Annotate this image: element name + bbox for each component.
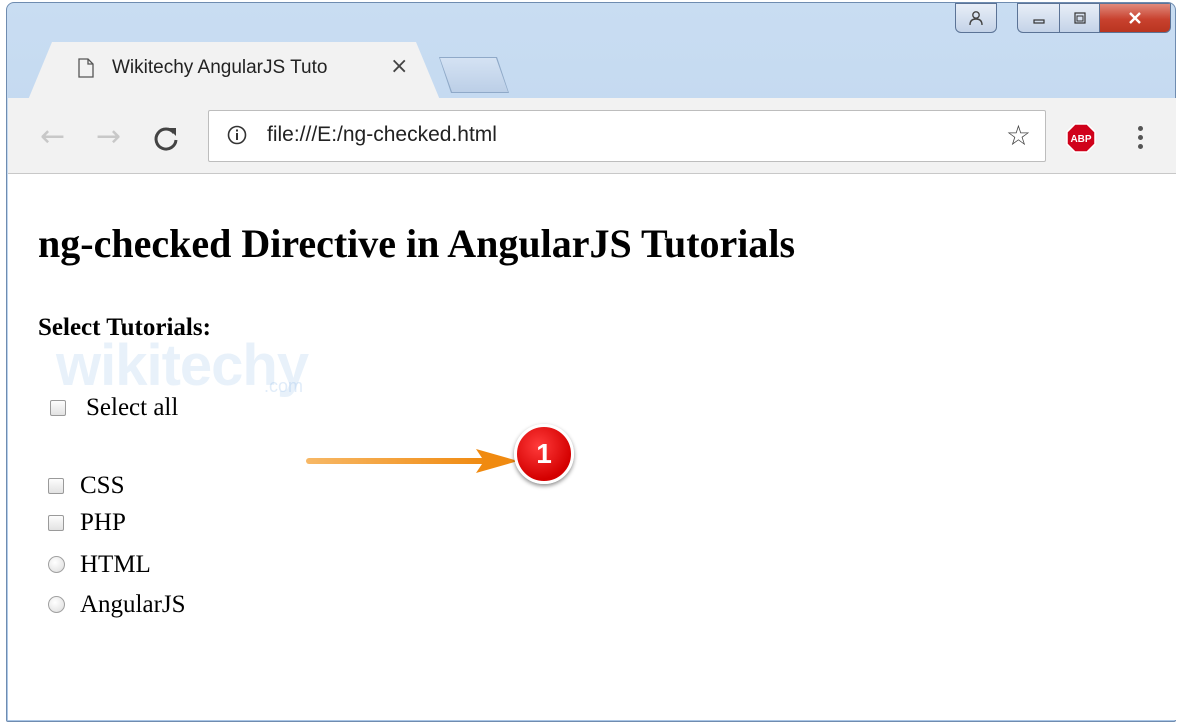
- minimize-icon: [1032, 19, 1045, 24]
- option-label-angularjs: AngularJS: [80, 591, 186, 618]
- option-label-php: PHP: [80, 509, 126, 536]
- page-icon: [78, 58, 94, 78]
- wikitechy-watermark-suffix: .com: [264, 376, 304, 396]
- close-icon: [1129, 12, 1141, 24]
- browser-toolbar: ← → file:///E:/ng-checked.html ☆ ABP: [8, 98, 1176, 174]
- option-checkbox-php[interactable]: [48, 515, 64, 531]
- browser-menu-icon[interactable]: [1138, 126, 1144, 153]
- bookmark-star-icon[interactable]: ☆: [1006, 119, 1031, 152]
- page-title: ng-checked Directive in AngularJS Tutori…: [38, 221, 796, 266]
- user-icon: [969, 11, 983, 26]
- tab-active[interactable]: Wikitechy AngularJS Tuto ×: [28, 42, 440, 100]
- info-icon[interactable]: [227, 125, 247, 145]
- window-caption-buttons: [955, 3, 1171, 33]
- tab-title: Wikitechy AngularJS Tuto: [112, 57, 328, 78]
- close-window-button[interactable]: [1099, 3, 1171, 33]
- annotation-number-badge: 1: [514, 424, 574, 484]
- option-label-html: HTML: [80, 551, 151, 578]
- option-radio-html[interactable]: [48, 556, 65, 573]
- maximize-button[interactable]: [1059, 3, 1099, 33]
- maximize-icon: [1073, 12, 1086, 24]
- select-all-label: Select all: [86, 394, 179, 421]
- option-radio-angularjs[interactable]: [48, 596, 65, 613]
- select-all-checkbox[interactable]: [50, 400, 66, 416]
- option-checkbox-css[interactable]: [48, 478, 64, 494]
- reload-icon[interactable]: [152, 124, 180, 152]
- address-bar[interactable]: file:///E:/ng-checked.html ☆: [208, 110, 1046, 162]
- user-profile-button[interactable]: [955, 3, 997, 33]
- url-text[interactable]: file:///E:/ng-checked.html: [267, 123, 497, 147]
- tab-close-icon[interactable]: ×: [390, 54, 408, 79]
- page-content: ng-checked Directive in AngularJS Tutori…: [8, 174, 1176, 720]
- annotation-arrow: [306, 449, 518, 473]
- minimize-button[interactable]: [1017, 3, 1059, 33]
- back-arrow-icon[interactable]: ←: [40, 122, 65, 152]
- adblock-label: ABP: [1070, 134, 1091, 145]
- forward-arrow-icon[interactable]: →: [96, 122, 121, 152]
- new-tab-button[interactable]: [440, 58, 508, 92]
- adblock-plus-icon[interactable]: ABP: [1066, 123, 1096, 153]
- option-label-css: CSS: [80, 472, 125, 499]
